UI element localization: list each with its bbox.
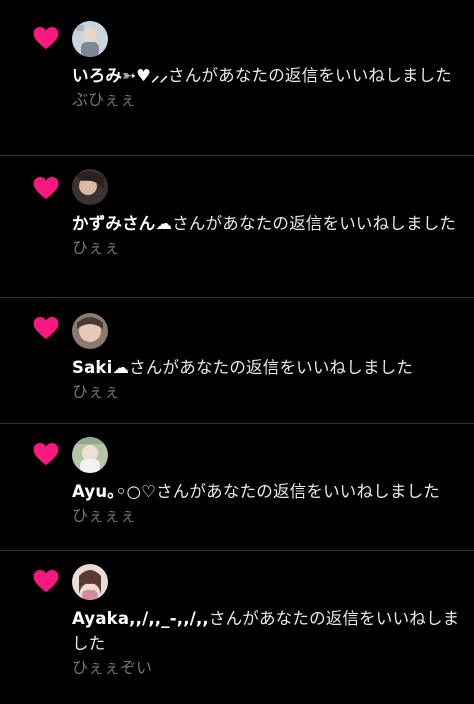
heart-icon [33, 26, 59, 50]
notification-item[interactable]: かずみさん☁さんがあなたの返信をいいねしました ひぇぇ [0, 156, 474, 298]
notification-text: かずみさん☁さんがあなたの返信をいいねしました [72, 211, 464, 236]
notification-item[interactable]: Saki☁さんがあなたの返信をいいねしました ひぇぇ [0, 298, 474, 424]
user-name[interactable]: いろみ➳♥︎⸝⸝ [72, 66, 168, 85]
avatar[interactable] [72, 437, 108, 473]
notification-action: さんがあなたの返信をいいねしました [168, 66, 452, 85]
user-name[interactable]: Saki☁ [72, 358, 129, 377]
avatar[interactable] [72, 564, 108, 600]
user-name[interactable]: かずみさん☁ [72, 214, 172, 233]
notification-text: Ayu｡◦○♡さんがあなたの返信をいいねしました [72, 479, 464, 504]
reply-preview[interactable]: ひぇぇぇ [72, 505, 464, 527]
avatar[interactable] [72, 169, 108, 205]
reply-preview[interactable]: ひぇぇぞい [72, 657, 464, 679]
avatar[interactable] [72, 313, 108, 349]
user-name[interactable]: Ayaka,,/,,_-,,/,, [72, 609, 209, 628]
notification-text: いろみ➳♥︎⸝⸝さんがあなたの返信をいいねしました [72, 63, 464, 88]
notification-text: Saki☁さんがあなたの返信をいいねしました [72, 355, 464, 380]
notifications-feed: いろみ➳♥︎⸝⸝さんがあなたの返信をいいねしました ぶひぇぇ かずみさん☁さんが… [0, 0, 474, 704]
heart-icon [33, 442, 59, 466]
notification-item[interactable]: Ayaka,,/,,_-,,/,,さんがあなたの返信をいいねしました ひぇぇぞい [0, 551, 474, 704]
notification-action: さんがあなたの返信をいいねしました [129, 358, 414, 377]
reply-preview[interactable]: ぶひぇぇ [72, 89, 464, 111]
heart-icon [33, 176, 59, 200]
reply-preview[interactable]: ひぇぇ [72, 237, 464, 259]
notification-item[interactable]: いろみ➳♥︎⸝⸝さんがあなたの返信をいいねしました ぶひぇぇ [0, 0, 474, 156]
reply-preview[interactable]: ひぇぇ [72, 381, 464, 403]
heart-icon [33, 569, 59, 593]
user-name[interactable]: Ayu｡◦○♡ [72, 482, 156, 501]
heart-icon [33, 316, 59, 340]
notification-action: さんがあなたの返信をいいねしました [172, 214, 457, 233]
notification-action: さんがあなたの返信をいいねしました [156, 482, 440, 501]
notification-text: Ayaka,,/,,_-,,/,,さんがあなたの返信をいいねしました [72, 606, 464, 656]
avatar[interactable] [72, 21, 108, 57]
notification-item[interactable]: Ayu｡◦○♡さんがあなたの返信をいいねしました ひぇぇぇ [0, 424, 474, 551]
